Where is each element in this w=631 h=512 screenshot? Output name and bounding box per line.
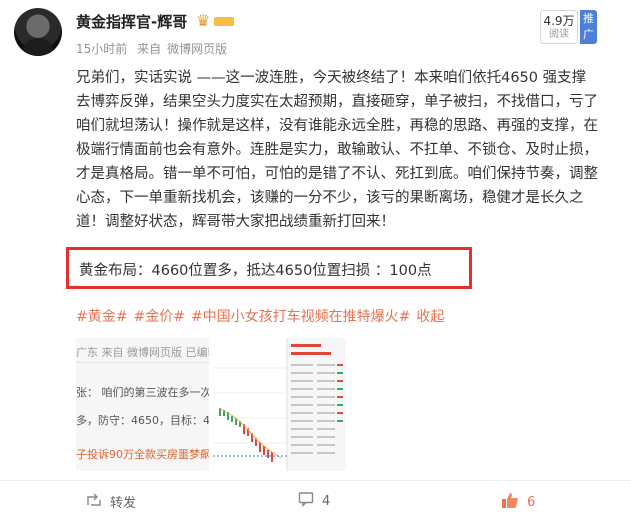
vip-level-bar [214, 17, 234, 26]
image-thumbnail-screenshot[interactable]: 广东 来自 微博网页版 已编辑 张： 咱们的第三波在多一次 多，防守：4650，… [76, 338, 209, 471]
repost-label: 转发 [110, 495, 137, 511]
image-thumbnail-chart[interactable] [213, 338, 346, 471]
thumb-text: 广东 来自 微博网页版 已编辑 [76, 346, 209, 359]
repost-icon [86, 491, 102, 511]
trade-plan-text: 黄金布局：4660位置多，抵达4650位置扫损 ：100点 [79, 263, 432, 279]
post-line: 极端行情面前也会有意外。连胜是实力，敢输敢认、不扛单、不锁仓、及时止损， [76, 142, 598, 158]
repost-button[interactable]: 转发 [86, 491, 137, 511]
thumb-text: 张： 咱们的第三波在多一次 [76, 386, 209, 399]
promote-button[interactable]: 推广 [580, 10, 597, 44]
post-header: 黄金指挥官-辉哥 ♛ 15小时前 来自 微博网页版 4.9万 阅读 推广 [0, 0, 631, 62]
comment-icon [298, 491, 314, 511]
username[interactable]: 黄金指挥官-辉哥 [76, 11, 187, 32]
collapse-link[interactable]: 收起 [416, 309, 444, 325]
crown-icon: ♛ [196, 11, 211, 30]
source-prefix: 来自 [137, 42, 162, 56]
read-count: 4.9万 [543, 14, 575, 28]
topic-tags: #黄金# #金价# #中国小女孩打车视频在推特爆火# 收起 [76, 306, 450, 326]
tag-trending-video[interactable]: #中国小女孩打车视频在推特爆火# [191, 309, 410, 325]
avatar[interactable] [14, 8, 62, 56]
post-meta: 15小时前 来自 微博网页版 [76, 40, 233, 57]
read-count-box: 4.9万 阅读 [540, 10, 578, 44]
trade-plan-highlight: 黄金布局：4660位置多，抵达4650位置扫损 ：100点 [66, 247, 472, 289]
promote-label: 推广 [583, 12, 594, 41]
thumb-text: 子投诉90万全款买房噩梦飙涨 [76, 448, 209, 461]
post-line: 才是真格局。错一单不可怕，可怕的是错了不认、死扛到底。咱们保持节奏，调整 [76, 166, 598, 182]
post-line: 咱们就坦荡认！操作就是这样，没有谁能永远全胜，再稳的思路、再强的支撑，在 [76, 118, 598, 134]
post-line: 道！调整好状态，辉哥带大家把战绩重新打回来！ [76, 214, 395, 230]
thumb-text: 多，防守：4650，目标：469 [76, 414, 209, 427]
post-body: 兄弟们，实话实说 ——这一波连胜，今天被终结了！本来咱们依托4650 强支撑 去… [76, 66, 616, 234]
post-line: 心态，下一单重新找机会，该赚的一分不少，该亏的果断离场，稳健才是长久之 [76, 190, 584, 206]
source-name: 微博网页版 [167, 42, 228, 56]
action-bar: 转发 4 6 [0, 480, 631, 512]
comment-button[interactable]: 4 [298, 491, 330, 509]
post-line: 兄弟们，实话实说 ——这一波连胜，今天被终结了！本来咱们依托4650 强支撑 [76, 70, 587, 86]
divider [76, 362, 209, 363]
read-label: 阅读 [549, 29, 569, 40]
like-button[interactable]: 6 [501, 491, 536, 512]
comment-count: 4 [322, 493, 331, 509]
vip-badge[interactable]: ♛ [196, 12, 236, 30]
tag-gold[interactable]: #黄金# [76, 309, 127, 325]
tag-gold-price[interactable]: #金价# [133, 309, 184, 325]
like-count: 6 [527, 494, 536, 510]
post-time[interactable]: 15小时前 [76, 42, 127, 56]
post-line: 去博弈反弹，结果空头力度实在太超预期，直接砸穿，单子被扫，不找借口，亏了 [76, 94, 598, 110]
thumbs-up-icon [501, 491, 519, 512]
chart-thumbnail-graphic [213, 338, 346, 471]
